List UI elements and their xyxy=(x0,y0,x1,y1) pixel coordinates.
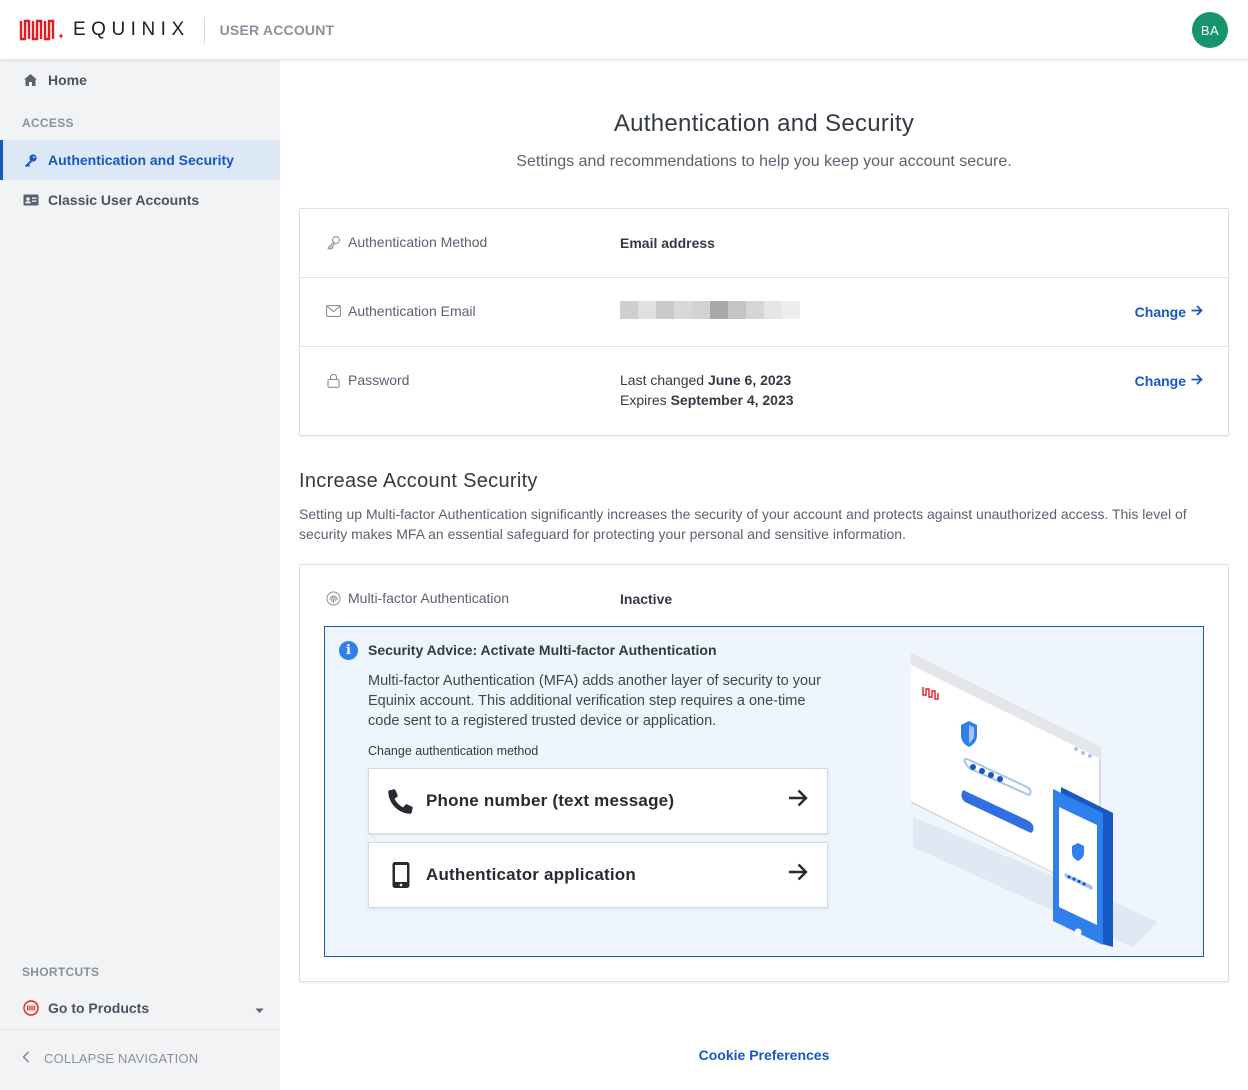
phone-method-label: Phone number (text message) xyxy=(426,791,675,810)
auth-method-value-text: Email address xyxy=(620,235,715,251)
cookie-preferences-link[interactable]: Cookie Preferences xyxy=(280,1047,1248,1063)
password-expires-date: September 4, 2023 xyxy=(670,392,794,408)
mfa-illustration xyxy=(903,647,1173,957)
collapse-navigation-label: COLLAPSE NAVIGATION xyxy=(44,1050,199,1066)
increase-security-description: Setting up Multi-factor Authentication s… xyxy=(299,506,1187,542)
equinix-logo[interactable]: EQUINIX xyxy=(19,18,190,42)
sidebar-divider xyxy=(0,1029,280,1030)
password-label: Password xyxy=(348,372,410,388)
user-avatar[interactable]: BA xyxy=(1192,12,1228,48)
sidebar-item-classic-user-accounts[interactable]: Classic User Accounts xyxy=(0,180,280,220)
page-title: Authentication and Security xyxy=(613,110,915,137)
main-content: Authentication and Security Settings and… xyxy=(280,60,1248,1090)
info-icon: i xyxy=(339,641,358,660)
caret-down-icon xyxy=(255,1001,264,1017)
phone-method-button[interactable]: Phone number (text message) xyxy=(368,768,828,834)
increase-security-title: Increase Account Security xyxy=(299,470,538,492)
phone-icon xyxy=(386,788,416,814)
key-outline-icon xyxy=(325,235,341,250)
auth-method-label: Authentication Method xyxy=(348,234,488,250)
change-password-label: Change xyxy=(1134,372,1186,389)
change-email-label: Change xyxy=(1134,303,1186,320)
page-subtitle: Settings and recommendations to help you… xyxy=(516,153,1012,170)
password-expires: Expires September 4, 2023 xyxy=(620,390,794,410)
password-changed-prefix: Last changed xyxy=(620,372,705,388)
change-password-link[interactable]: Change xyxy=(1135,372,1203,389)
arrow-right-icon xyxy=(788,863,808,886)
home-icon xyxy=(22,72,39,89)
sidebar-section-shortcuts: SHORTCUTS xyxy=(22,965,100,979)
arrow-right-icon xyxy=(1191,372,1203,389)
sidebar-section-access: ACCESS xyxy=(22,116,74,130)
top-header: EQUINIX USER ACCOUNT BA xyxy=(0,0,1248,60)
auth-email-value-redacted xyxy=(620,301,800,319)
change-method-label: Change authentication method xyxy=(368,744,539,758)
arrow-right-icon xyxy=(788,789,808,812)
sidebar-item-label: Home xyxy=(48,72,87,88)
security-advice-body: Multi-factor Authentication (MFA) adds a… xyxy=(368,673,821,729)
key-icon xyxy=(22,152,39,169)
password-changed-date: June 6, 2023 xyxy=(707,372,792,388)
security-advice-title: Security Advice: Activate Multi-factor A… xyxy=(368,642,717,658)
mfa-status-text: Inactive xyxy=(620,591,673,607)
equinix-logo-mark-icon xyxy=(19,18,65,42)
password-expires-prefix: Expires xyxy=(620,392,667,408)
sidebar-item-label: Classic User Accounts xyxy=(48,192,200,208)
collapse-navigation-button[interactable]: COLLAPSE NAVIGATION xyxy=(22,1050,198,1066)
security-advice-panel: i Security Advice: Activate Multi-factor… xyxy=(324,626,1204,957)
mfa-label-wrap: Multi-factor Authentication xyxy=(325,590,509,606)
fingerprint-icon xyxy=(325,591,341,606)
mobile-device-icon xyxy=(386,861,416,889)
app-name: USER ACCOUNT xyxy=(219,21,335,38)
authenticator-method-label: Authenticator application xyxy=(426,865,636,884)
products-logo-icon xyxy=(22,1000,39,1017)
arrow-right-icon xyxy=(1191,303,1203,320)
sidebar-item-home[interactable]: Home xyxy=(0,60,280,100)
envelope-icon xyxy=(325,305,341,317)
change-email-link[interactable]: Change xyxy=(1135,303,1203,320)
brand-name: EQUINIX xyxy=(73,18,190,40)
auth-method-row: Authentication Method Email address xyxy=(300,209,1228,278)
sidebar-item-go-to-products[interactable]: Go to Products xyxy=(0,988,280,1028)
mfa-label: Multi-factor Authentication xyxy=(348,590,510,606)
password-row: Password Last changed June 6, 2023 Expir… xyxy=(300,347,1228,435)
auth-email-label-wrap: Authentication Email xyxy=(325,303,476,319)
sidebar-item-authentication-security[interactable]: Authentication and Security xyxy=(0,140,280,180)
password-last-changed: Last changed June 6, 2023 xyxy=(620,370,794,390)
sidebar-item-label: Authentication and Security xyxy=(48,152,234,168)
id-card-icon xyxy=(22,192,39,209)
mfa-status: Inactive xyxy=(620,589,672,609)
authentication-card: Authentication Method Email address Auth… xyxy=(299,208,1229,436)
sidebar: Home ACCESS Authentication and Security … xyxy=(0,60,280,1090)
lock-icon xyxy=(325,373,341,388)
auth-method-label-wrap: Authentication Method xyxy=(325,234,487,250)
redacted-email xyxy=(620,301,800,319)
sidebar-item-label: Go to Products xyxy=(48,1000,150,1016)
chevron-left-icon xyxy=(22,1050,30,1066)
password-value: Last changed June 6, 2023 Expires Septem… xyxy=(620,370,794,410)
auth-method-value: Email address xyxy=(620,233,715,253)
authenticator-method-button[interactable]: Authenticator application xyxy=(368,842,828,908)
password-label-wrap: Password xyxy=(325,372,409,388)
header-divider xyxy=(203,16,205,43)
auth-email-label: Authentication Email xyxy=(348,303,476,319)
mfa-card: Multi-factor Authentication Inactive i S… xyxy=(299,564,1229,982)
auth-email-row: Authentication Email Change xyxy=(300,278,1228,347)
